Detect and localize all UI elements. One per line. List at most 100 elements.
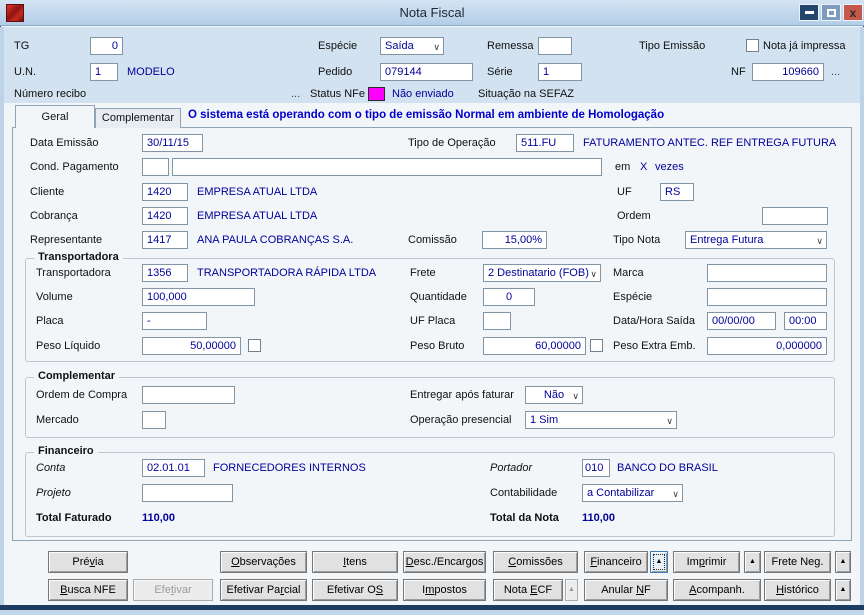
tg-field[interactable]: 0 [90, 37, 123, 55]
minimize-button[interactable] [799, 4, 819, 21]
acompanh-button[interactable]: Acompanh. [673, 579, 761, 601]
data-saida-field[interactable]: 00/00/00 [707, 312, 776, 330]
peso-liquido-field[interactable]: 50,00000 [142, 337, 241, 355]
complementar-group-title: Complementar [34, 370, 119, 382]
chevron-down-icon: ∨ [433, 39, 440, 55]
tipo-operacao-field[interactable]: 511.FU [516, 134, 574, 152]
arrow-up-icon: ▲ [656, 558, 663, 565]
maximize-button[interactable] [821, 4, 841, 21]
projeto-label: Projeto [36, 487, 71, 499]
financeiro-button[interactable]: Financeiro [584, 551, 648, 573]
serie-field[interactable]: 1 [538, 63, 582, 81]
impostos-button[interactable]: Impostos [403, 579, 486, 601]
previa-button[interactable]: Prévia [48, 551, 128, 573]
financeiro-group-title: Financeiro [34, 445, 98, 457]
cobranca-label: Cobrança [30, 210, 78, 222]
contabilidade-label: Contabilidade [490, 487, 557, 499]
tab-geral[interactable]: Geral [15, 105, 95, 128]
historico-button[interactable]: Histórico [764, 579, 831, 601]
operacao-presencial-select[interactable]: 1 Sim∨ [525, 411, 677, 429]
entregar-apos-faturar-select[interactable]: Não∨ [525, 386, 583, 404]
nf-lookup-button[interactable]: ... [831, 66, 840, 78]
financeiro-expand-button[interactable]: ▲ [650, 551, 668, 573]
peso-bruto-field[interactable]: 60,00000 [483, 337, 586, 355]
ordem-compra-label: Ordem de Compra [36, 389, 127, 401]
ordem-field[interactable] [762, 207, 828, 225]
numero-recibo-lookup-button[interactable]: ... [291, 88, 300, 100]
data-emissao-field[interactable]: 30/11/15 [142, 134, 203, 152]
volume-label: Volume [36, 291, 73, 303]
quantidade-label: Quantidade [410, 291, 467, 303]
peso-bruto-checkbox[interactable] [590, 339, 603, 352]
portador-field[interactable]: 010 [582, 459, 610, 477]
entregar-apos-faturar-label: Entregar após faturar [410, 389, 514, 401]
peso-extra-field[interactable]: 0,000000 [707, 337, 827, 355]
un-field[interactable]: 1 [90, 63, 118, 81]
placa-field[interactable]: - [142, 312, 207, 330]
transportadora-desc: TRANSPORTADORA RÁPIDA LTDA [197, 267, 376, 279]
representante-field[interactable]: 1417 [142, 231, 188, 249]
pedido-field[interactable]: 079144 [380, 63, 473, 81]
frete-neg-button[interactable]: Frete Neg. [764, 551, 831, 573]
volume-field[interactable]: 100,000 [142, 288, 255, 306]
anular-nf-button[interactable]: Anular NF [584, 579, 668, 601]
uf-placa-field[interactable] [483, 312, 511, 330]
arrow-up-icon: ▲ [568, 586, 575, 593]
uf-placa-label: UF Placa [410, 315, 455, 327]
transportadora-field[interactable]: 1356 [142, 264, 188, 282]
tab-complementar[interactable]: Complementar [95, 108, 181, 128]
nota-ecf-button[interactable]: Nota ECF [493, 579, 563, 601]
marca-field[interactable] [707, 264, 827, 282]
peso-extra-label: Peso Extra Emb. [613, 340, 696, 352]
especie-transp-field[interactable] [707, 288, 827, 306]
imprimir-expand-button[interactable]: ▲ [744, 551, 761, 573]
portador-desc: BANCO DO BRASIL [617, 462, 718, 474]
marca-label: Marca [613, 267, 644, 279]
desc-encargos-button[interactable]: Desc./Encargos [403, 551, 486, 573]
placa-label: Placa [36, 315, 64, 327]
cond-pagamento-code-field[interactable] [142, 158, 169, 176]
cobranca-desc: EMPRESA ATUAL LTDA [197, 210, 317, 222]
conta-field[interactable]: 02.01.01 [142, 459, 205, 477]
cobranca-field[interactable]: 1420 [142, 207, 188, 225]
busca-nfe-button[interactable]: Busca NFE [48, 579, 128, 601]
cliente-field[interactable]: 1420 [142, 183, 188, 201]
cliente-desc: EMPRESA ATUAL LTDA [197, 186, 317, 198]
nf-field[interactable]: 109660 [752, 63, 824, 81]
uf-field[interactable]: RS [660, 183, 694, 201]
efetivar-parcial-button[interactable]: Efetivar Parcial [220, 579, 307, 601]
itens-button[interactable]: Itens [312, 551, 398, 573]
minimize-icon [805, 11, 814, 14]
nota-ja-impressa-label: Nota já impressa [763, 40, 846, 52]
numero-recibo-label: Número recibo [14, 88, 86, 100]
especie-select[interactable]: Saída∨ [380, 37, 444, 55]
frete-select[interactable]: 2 Destinatario (FOB)∨ [483, 264, 601, 282]
ordem-compra-field[interactable] [142, 386, 235, 404]
projeto-field[interactable] [142, 484, 233, 502]
remessa-field[interactable] [538, 37, 572, 55]
un-label: U.N. [14, 66, 36, 78]
cond-pagamento-label: Cond. Pagamento [30, 161, 119, 173]
observacoes-button[interactable]: Observações [220, 551, 307, 573]
serie-label: Série [487, 66, 513, 78]
imprimir-button[interactable]: Imprimir [673, 551, 740, 573]
transportadora-label: Transportadora [36, 267, 111, 279]
cond-pagamento-desc-field[interactable] [172, 158, 602, 176]
hora-saida-field[interactable]: 00:00 [784, 312, 827, 330]
historico-expand-button[interactable]: ▲ [835, 579, 851, 601]
peso-liquido-checkbox[interactable] [248, 339, 261, 352]
frete-neg-expand-button[interactable]: ▲ [835, 551, 851, 573]
efetivar-os-button[interactable]: Efetivar OS [312, 579, 398, 601]
comissoes-button[interactable]: Comissões [493, 551, 578, 573]
ordem-label: Ordem [617, 210, 651, 222]
close-button[interactable]: x [843, 4, 863, 21]
tipo-nota-select[interactable]: Entrega Futura∨ [685, 231, 827, 249]
comissao-field[interactable]: 15,00% [482, 231, 547, 249]
contabilidade-select[interactable]: a Contabilizar∨ [582, 484, 683, 502]
tipo-nota-label: Tipo Nota [613, 234, 660, 246]
mercado-field[interactable] [142, 411, 166, 429]
mercado-label: Mercado [36, 414, 79, 426]
nota-ja-impressa-checkbox[interactable] [746, 39, 759, 52]
quantidade-field[interactable]: 0 [483, 288, 535, 306]
total-da-nota-value: 110,00 [582, 512, 615, 524]
